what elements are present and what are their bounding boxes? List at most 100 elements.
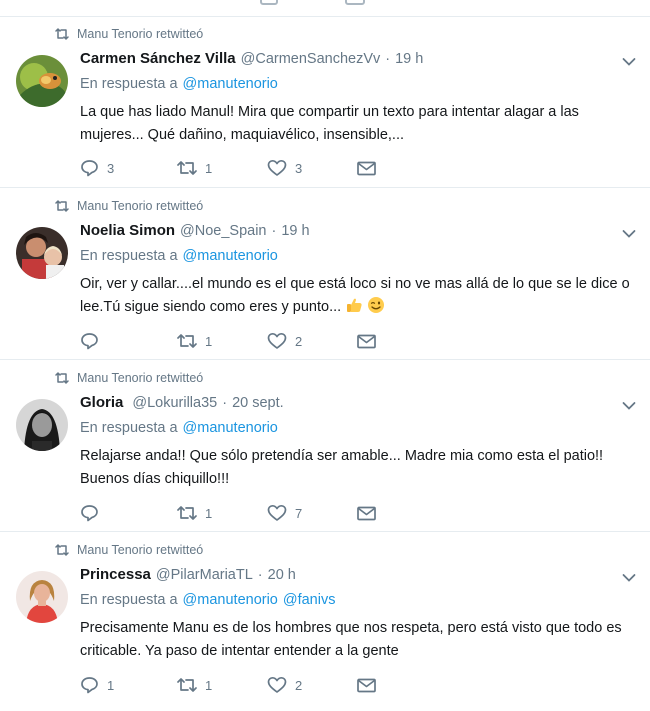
- retweet-label[interactable]: Manu Tenorio retwitteó: [77, 543, 203, 557]
- reply-mention[interactable]: @manutenorio: [183, 76, 278, 96]
- reply-mention[interactable]: @manutenorio: [183, 420, 278, 440]
- direct-message-button[interactable]: [357, 334, 376, 349]
- author-name[interactable]: Carmen Sánchez Villa: [80, 50, 236, 67]
- previous-tweet-actions-cut: [0, 0, 650, 17]
- reply-icon: [81, 333, 98, 350]
- reply-button[interactable]: [80, 332, 177, 350]
- direct-message-button[interactable]: [357, 678, 376, 693]
- separator-dot: ·: [385, 51, 391, 67]
- tweet-actions: 1 7: [80, 502, 376, 524]
- retweet-icon: [55, 28, 69, 40]
- retweet-button[interactable]: 1: [177, 333, 267, 349]
- retweet-icon: [55, 372, 69, 384]
- reply-mention[interactable]: @manutenorio: [183, 248, 278, 268]
- reply-button[interactable]: [80, 504, 177, 522]
- reply-icon: [81, 677, 98, 694]
- author-handle[interactable]: @PilarMariaTL: [156, 567, 253, 583]
- reply-context: En respuesta a @manutenorio: [80, 420, 278, 440]
- reply-prefix: En respuesta a: [80, 248, 178, 264]
- author-name[interactable]: Princessa: [80, 566, 151, 583]
- chevron-down-icon[interactable]: [622, 229, 636, 239]
- avatar[interactable]: [16, 399, 68, 451]
- retweet-count: 1: [205, 160, 213, 176]
- reply-mention-2[interactable]: @fanivs: [283, 592, 336, 612]
- timestamp[interactable]: 20 sept.: [232, 395, 284, 411]
- retweet-label[interactable]: Manu Tenorio retwitteó: [77, 199, 203, 213]
- author-handle[interactable]: @Lokurilla35: [132, 395, 217, 411]
- direct-message-button[interactable]: [357, 506, 376, 521]
- retweet-context: Manu Tenorio retwitteó: [55, 370, 203, 386]
- chevron-down-icon[interactable]: [622, 57, 636, 67]
- avatar[interactable]: [16, 55, 68, 107]
- retweet-icon: [55, 200, 69, 212]
- reply-button[interactable]: 1: [80, 676, 177, 694]
- separator-dot: ·: [257, 567, 263, 583]
- retweet-count: 1: [205, 333, 213, 349]
- retweet-label[interactable]: Manu Tenorio retwitteó: [77, 27, 203, 41]
- retweet-button[interactable]: 1: [177, 160, 267, 176]
- like-count: 3: [295, 160, 303, 176]
- tweet-text: Precisamente Manu es de los hombres que …: [80, 620, 622, 659]
- avatar[interactable]: [16, 227, 68, 279]
- reply-context: En respuesta a @manutenorio @fanivs: [80, 592, 335, 612]
- tweet-header: Carmen Sánchez Villa @CarmenSanchezVv · …: [80, 50, 423, 70]
- author-name[interactable]: Gloria: [80, 394, 123, 411]
- envelope-icon: [357, 506, 376, 520]
- like-button[interactable]: 2: [267, 676, 357, 694]
- timestamp[interactable]: 19 h: [395, 51, 423, 67]
- tweet-card[interactable]: Manu Tenorio retwitteó Gloria @Lokurilla…: [0, 361, 650, 532]
- reply-icon: [81, 505, 98, 522]
- tweet-actions: 3 1 3: [80, 157, 376, 179]
- direct-message-button[interactable]: [357, 161, 376, 176]
- author-handle[interactable]: @CarmenSanchezVv: [241, 51, 381, 67]
- retweet-button[interactable]: 1: [177, 505, 267, 521]
- heart-icon: [267, 159, 287, 176]
- reply-mention[interactable]: @manutenorio: [183, 592, 278, 612]
- tweet-header: Princessa @PilarMariaTL · 20 h: [80, 566, 296, 586]
- chevron-down-icon[interactable]: [622, 573, 636, 583]
- like-button[interactable]: 3: [267, 159, 357, 177]
- envelope-icon: [357, 678, 376, 692]
- author-handle[interactable]: @Noe_Spain: [180, 223, 266, 239]
- reply-icon: [81, 160, 98, 177]
- timeline: Manu Tenorio retwitteó Carmen Sánchez Vi…: [0, 0, 650, 711]
- tweet-actions: 1 2: [80, 330, 376, 352]
- tweet-header: Noelia Simon @Noe_Spain · 19 h: [80, 222, 310, 242]
- retweet-count: 1: [205, 505, 213, 521]
- retweet-icon: [177, 506, 197, 520]
- retweet-button[interactable]: 1: [177, 677, 267, 693]
- tweet-text: La que has liado Manul! Mira que compart…: [80, 104, 579, 143]
- retweet-icon: [55, 544, 69, 556]
- like-button[interactable]: 2: [267, 332, 357, 350]
- avatar[interactable]: [16, 571, 68, 623]
- retweet-icon: [177, 334, 197, 348]
- like-count: 2: [295, 333, 303, 349]
- tweet-text: Relajarse anda!! Que sólo pretendía ser …: [80, 448, 604, 487]
- envelope-icon: [345, 0, 365, 5]
- retweet-count: 1: [205, 677, 213, 693]
- envelope-icon: [357, 334, 376, 348]
- tweet-card[interactable]: Manu Tenorio retwitteó Noelia Simon @Noe…: [0, 189, 650, 360]
- like-button[interactable]: 7: [267, 504, 357, 522]
- timestamp[interactable]: 19 h: [281, 223, 309, 239]
- retweet-context: Manu Tenorio retwitteó: [55, 542, 203, 558]
- separator-dot: ·: [222, 395, 228, 411]
- heart-icon: [267, 332, 287, 349]
- like-count: 2: [295, 677, 303, 693]
- reply-button[interactable]: 3: [80, 159, 177, 177]
- tweet-card[interactable]: Manu Tenorio retwitteó Princessa @PilarM…: [0, 533, 650, 711]
- tweet-card[interactable]: Manu Tenorio retwitteó Carmen Sánchez Vi…: [0, 17, 650, 188]
- winking-face-emoji: [368, 297, 385, 313]
- retweet-label[interactable]: Manu Tenorio retwitteó: [77, 371, 203, 385]
- reply-prefix: En respuesta a: [80, 420, 178, 436]
- heart-icon: [260, 0, 278, 5]
- like-count: 7: [295, 505, 303, 521]
- retweet-icon: [177, 678, 197, 692]
- reply-context: En respuesta a @manutenorio: [80, 76, 278, 96]
- author-name[interactable]: Noelia Simon: [80, 222, 175, 239]
- chevron-down-icon[interactable]: [622, 401, 636, 411]
- thumbs-up-emoji: [347, 298, 362, 312]
- retweet-icon: [177, 161, 197, 175]
- heart-icon: [267, 504, 287, 521]
- timestamp[interactable]: 20 h: [268, 567, 296, 583]
